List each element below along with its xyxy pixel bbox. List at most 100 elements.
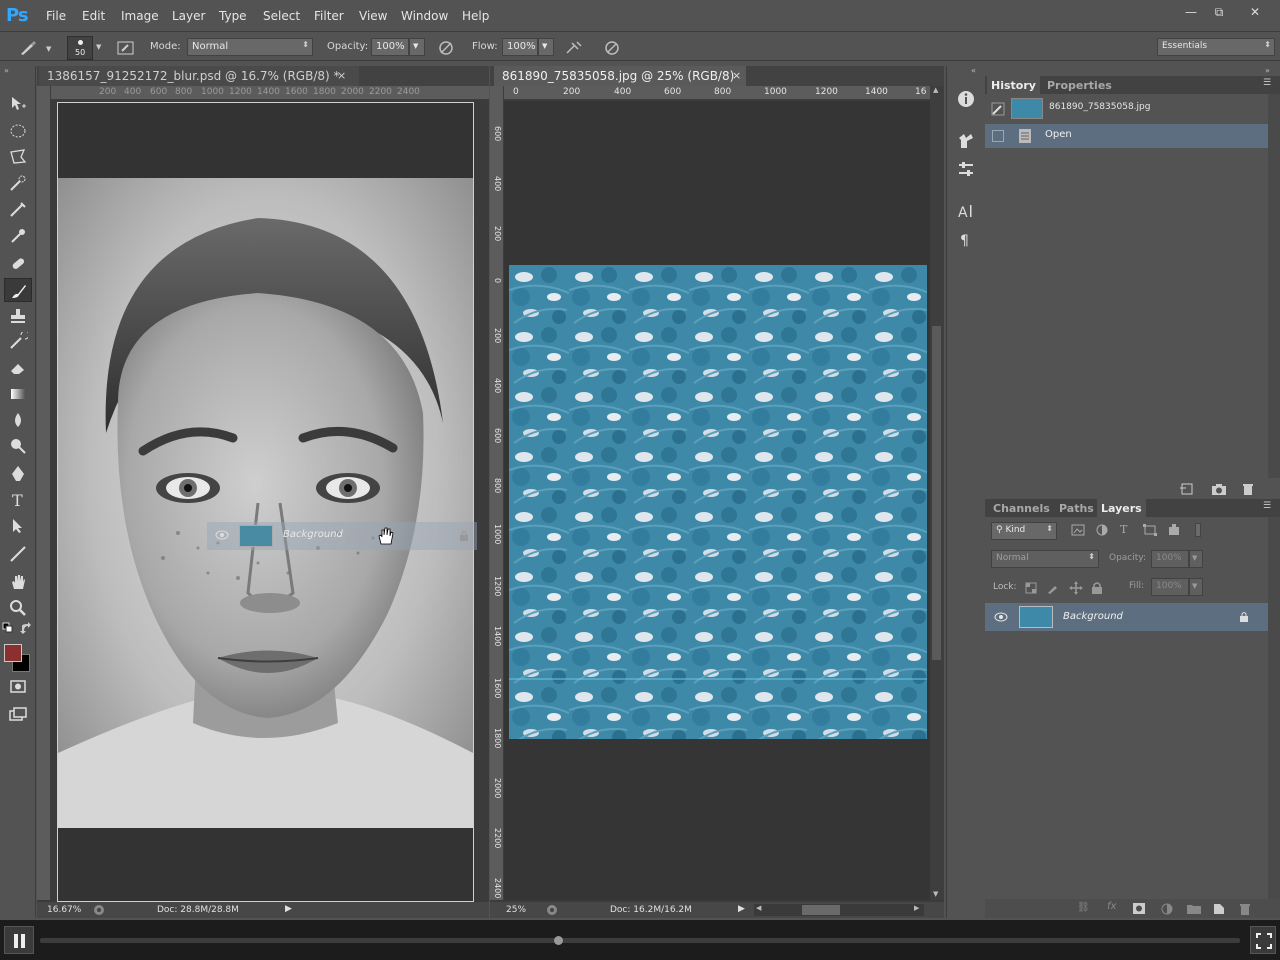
layer-opacity-input[interactable]: 100% — [1151, 550, 1189, 568]
adjustments-icon[interactable] — [957, 160, 975, 178]
brush-panel-toggle-icon[interactable] — [116, 39, 136, 57]
tool-presets-icon[interactable] — [957, 132, 975, 150]
scroll-down-icon[interactable]: ▼ — [933, 890, 938, 898]
airbrush-icon[interactable] — [564, 39, 584, 57]
lock-transparent-icon[interactable] — [1025, 582, 1037, 594]
pause-button[interactable] — [4, 926, 34, 954]
opacity-dropdown[interactable]: ▼ — [409, 38, 425, 56]
screen-mode-icon[interactable] — [8, 704, 28, 724]
menu-layer[interactable]: Layer — [172, 9, 205, 23]
scroll-right-icon[interactable]: ▶ — [914, 904, 919, 912]
filter-type-icon[interactable]: T — [1120, 523, 1127, 536]
zoom-level[interactable]: 16.67% — [47, 905, 81, 915]
new-document-from-state-icon[interactable] — [1179, 482, 1195, 496]
camera-icon[interactable] — [1211, 482, 1227, 496]
history-source-checkbox[interactable] — [992, 130, 1004, 142]
crop-tool-icon[interactable] — [8, 200, 28, 220]
foreground-color-swatch[interactable] — [4, 644, 22, 662]
history-scrollbar[interactable] — [1268, 94, 1280, 478]
clone-stamp-tool-icon[interactable] — [8, 306, 28, 326]
quick-selection-tool-icon[interactable] — [8, 174, 28, 194]
lock-all-icon[interactable] — [1091, 581, 1103, 594]
close-window-button[interactable]: ✕ — [1246, 5, 1264, 19]
lock-position-icon[interactable] — [1069, 581, 1083, 595]
menu-help[interactable]: Help — [462, 9, 489, 23]
collapse-arrows-icon[interactable]: » — [1265, 66, 1270, 75]
trash-icon[interactable] — [1239, 902, 1251, 915]
scroll-left-icon[interactable]: ◀ — [756, 904, 761, 912]
quick-mask-icon[interactable] — [8, 676, 28, 696]
mode-select[interactable]: Normal ⬍ — [187, 38, 313, 56]
menu-type[interactable]: Type — [219, 9, 247, 23]
line-tool-icon[interactable] — [8, 544, 28, 564]
panel-menu-icon[interactable]: ☰ — [1263, 78, 1271, 88]
marquee-tool-icon[interactable] — [8, 121, 28, 141]
scroll-up-icon[interactable]: ▲ — [933, 86, 938, 94]
fullscreen-button[interactable] — [1250, 926, 1276, 954]
flow-dropdown[interactable]: ▼ — [538, 38, 554, 56]
blend-mode-select[interactable]: Normal ⬍ — [991, 550, 1099, 568]
new-layer-icon[interactable] — [1213, 902, 1225, 915]
menu-view[interactable]: View — [359, 9, 387, 23]
menu-image[interactable]: Image — [121, 9, 159, 23]
playback-scrubber[interactable] — [554, 936, 563, 945]
menu-edit[interactable]: Edit — [82, 9, 105, 23]
menu-select[interactable]: Select — [263, 9, 300, 23]
pen-tool-icon[interactable] — [8, 464, 28, 484]
scrollbar-thumb[interactable] — [802, 905, 840, 915]
add-mask-icon[interactable] — [1133, 903, 1145, 914]
proof-icon[interactable] — [546, 904, 558, 916]
filter-adjustment-icon[interactable] — [1095, 524, 1109, 536]
menu-filter[interactable]: Filter — [314, 9, 344, 23]
panel-menu-icon[interactable]: ☰ — [1263, 501, 1271, 511]
tab-layers[interactable]: Layers — [1097, 499, 1146, 518]
document-tab-left[interactable]: 1386157_91252172_blur.psd @ 16.7% (RGB/8… — [39, 66, 359, 86]
minimize-button[interactable]: — — [1182, 5, 1200, 19]
workspace-select[interactable]: Essentials ⬍ — [1157, 38, 1275, 56]
close-tab-icon[interactable]: × — [732, 69, 741, 82]
history-snapshot-row[interactable]: 861890_75835058.jpg — [985, 96, 1268, 122]
pressure-opacity-icon[interactable] — [436, 39, 456, 57]
collapse-arrows-icon[interactable]: » — [4, 66, 9, 75]
document-canvas-left[interactable] — [57, 102, 474, 902]
path-selection-tool-icon[interactable] — [8, 516, 28, 536]
document-canvas-right[interactable] — [504, 101, 930, 900]
gradient-tool-icon[interactable] — [8, 384, 28, 404]
link-layers-icon[interactable]: ⛓ — [1077, 902, 1090, 913]
collapse-arrows-icon[interactable]: « — [971, 66, 976, 75]
blur-tool-icon[interactable] — [8, 410, 28, 430]
zoom-tool-icon[interactable] — [8, 598, 28, 618]
tab-paths[interactable]: Paths — [1055, 499, 1098, 518]
tab-properties[interactable]: Properties — [1043, 76, 1116, 95]
tab-history[interactable]: History — [987, 76, 1040, 95]
vertical-scrollbar[interactable]: ▲ ▼ — [930, 86, 944, 900]
lasso-tool-icon[interactable] — [8, 147, 28, 167]
fill-dropdown[interactable]: ▼ — [1189, 578, 1203, 596]
adjustment-layer-icon[interactable] — [1161, 903, 1173, 915]
swap-colors-icon[interactable] — [20, 622, 32, 634]
horizontal-scrollbar[interactable]: ◀ ▶ — [754, 904, 924, 916]
fx-icon[interactable]: fx — [1107, 901, 1116, 912]
layer-opacity-dropdown[interactable]: ▼ — [1189, 550, 1203, 568]
dodge-tool-icon[interactable] — [8, 436, 28, 456]
move-tool-icon[interactable] — [8, 94, 28, 114]
restore-button[interactable]: ⧉ — [1210, 5, 1228, 19]
menu-window[interactable]: Window — [401, 9, 448, 23]
status-menu-arrow-icon[interactable]: ▶ — [738, 904, 745, 914]
proof-icon[interactable] — [93, 904, 105, 916]
eye-icon[interactable] — [994, 612, 1008, 622]
flow-input[interactable]: 100% — [502, 38, 538, 56]
chevron-down-icon[interactable]: ▼ — [46, 45, 51, 53]
fill-input[interactable]: 100% — [1151, 578, 1189, 596]
history-brush-source-icon[interactable] — [991, 102, 1005, 116]
paragraph-panel-icon[interactable]: ¶ — [957, 230, 975, 248]
brush-tool-preset-icon[interactable] — [18, 39, 38, 57]
tab-channels[interactable]: Channels — [989, 499, 1054, 518]
brush-size-preview[interactable]: 50 — [67, 36, 93, 60]
status-menu-arrow-icon[interactable]: ▶ — [285, 904, 292, 914]
brush-tool-active[interactable] — [4, 278, 32, 302]
type-tool-icon[interactable]: T — [8, 490, 28, 510]
chevron-down-icon[interactable]: ▼ — [96, 43, 101, 51]
dragged-layer-ghost[interactable]: Background — [207, 522, 477, 550]
info-icon[interactable] — [957, 90, 975, 108]
